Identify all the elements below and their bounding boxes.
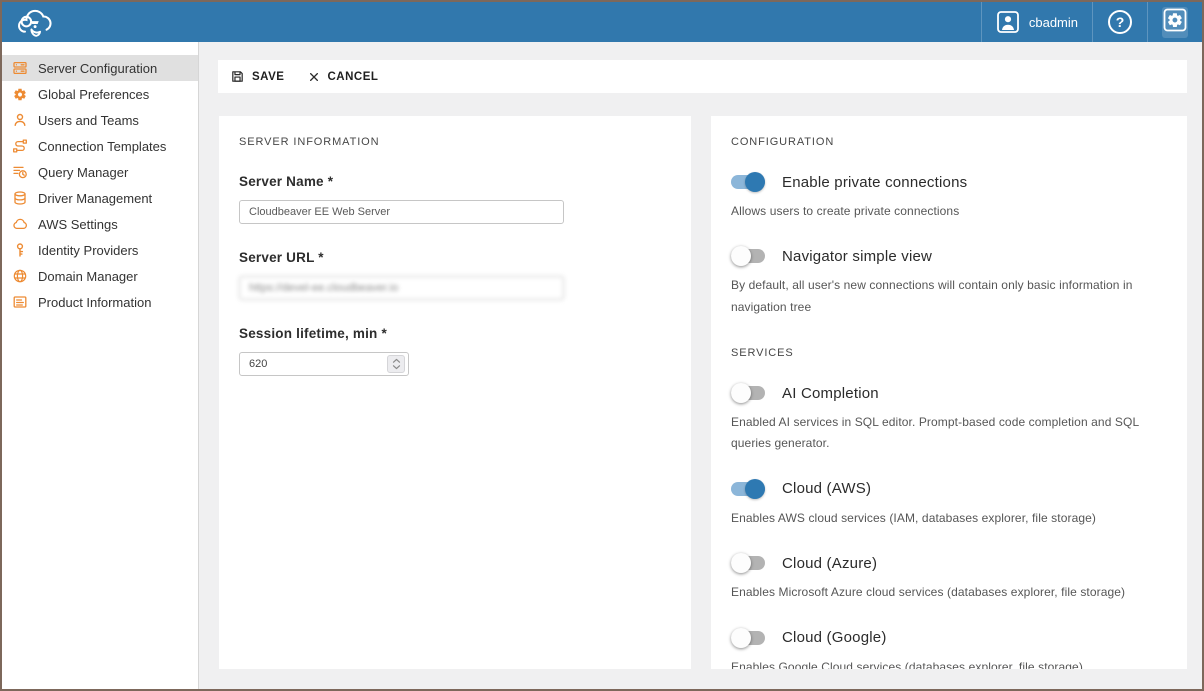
server-information-title: SERVER INFORMATION: [239, 136, 671, 148]
toggle-knob: [745, 172, 765, 192]
sidebar-item-connection-templates[interactable]: Connection Templates: [2, 133, 198, 159]
toggle-label: Cloud (Google): [782, 629, 887, 646]
toggle-knob: [745, 479, 765, 499]
sidebar-item-query-manager[interactable]: Query Manager: [2, 159, 198, 185]
globe-icon: [12, 268, 28, 284]
settings-button[interactable]: [1148, 2, 1202, 42]
server-information-panel: SERVER INFORMATION Server Name * Server …: [219, 116, 691, 669]
toggle-row-cloud-aws: Cloud (AWS): [731, 479, 1167, 499]
database-icon: [12, 190, 28, 206]
admin-sidebar: Server Configuration Global Preferences …: [2, 42, 199, 689]
sidebar-item-server-configuration[interactable]: Server Configuration: [2, 55, 198, 81]
sidebar-item-label: Global Preferences: [38, 87, 149, 102]
help-icon: ?: [1107, 9, 1133, 35]
cloud-google-toggle[interactable]: [731, 628, 765, 648]
sidebar-item-identity-providers[interactable]: Identity Providers: [2, 237, 198, 263]
server-url-input[interactable]: [239, 276, 564, 300]
cloud-icon: [12, 216, 28, 232]
app-header: cbadmin ?: [2, 2, 1202, 42]
app-window: cbadmin ?: [0, 0, 1204, 691]
sidebar-item-label: Driver Management: [38, 191, 152, 206]
user-icon: [12, 112, 28, 128]
sidebar-item-label: Server Configuration: [38, 61, 157, 76]
save-button-label: SAVE: [252, 71, 284, 83]
header-right-controls: cbadmin ?: [981, 2, 1202, 42]
sidebar-item-label: AWS Settings: [38, 217, 118, 232]
enable-private-connections-toggle[interactable]: [731, 172, 765, 192]
close-icon: [308, 71, 320, 83]
number-spinner[interactable]: [387, 355, 405, 373]
toggle-description: Enables AWS cloud services (IAM, databas…: [731, 508, 1163, 529]
toggle-description: Enabled AI services in SQL editor. Promp…: [731, 412, 1163, 455]
cloud-aws-toggle[interactable]: [731, 479, 765, 499]
services-title: SERVICES: [731, 347, 1167, 359]
sidebar-item-label: Identity Providers: [38, 243, 138, 258]
toggle-knob: [731, 628, 751, 648]
cloudbeaver-logo-icon: [14, 6, 58, 39]
cancel-button[interactable]: CANCEL: [308, 71, 378, 83]
settings-button-background: [1162, 7, 1188, 38]
server-url-label: Server URL *: [239, 250, 671, 265]
save-icon: [230, 69, 245, 84]
settings-panels: SERVER INFORMATION Server Name * Server …: [219, 116, 1187, 669]
sidebar-item-domain-manager[interactable]: Domain Manager: [2, 263, 198, 289]
settings-gear-icon: [1163, 8, 1187, 32]
server-configuration-icon: [12, 60, 28, 76]
spinner-arrows-icon: [392, 358, 401, 370]
connection-icon: [12, 138, 28, 154]
toggle-label: AI Completion: [782, 385, 879, 402]
sidebar-item-driver-management[interactable]: Driver Management: [2, 185, 198, 211]
toggle-label: Enable private connections: [782, 174, 967, 191]
toggle-knob: [731, 383, 751, 403]
actions-toolbar: SAVE CANCEL: [218, 60, 1187, 93]
save-button[interactable]: SAVE: [230, 69, 284, 84]
info-panel-icon: [12, 294, 28, 310]
navigator-simple-view-toggle[interactable]: [731, 246, 765, 266]
sidebar-item-product-information[interactable]: Product Information: [2, 289, 198, 315]
sidebar-item-label: Users and Teams: [38, 113, 139, 128]
toggle-description: Enables Google Cloud services (databases…: [731, 657, 1163, 669]
cloud-azure-toggle[interactable]: [731, 553, 765, 573]
toggle-row-cloud-google: Cloud (Google): [731, 628, 1167, 648]
toggle-row-navigator-simple-view: Navigator simple view: [731, 246, 1167, 266]
key-icon: [12, 242, 28, 258]
toggle-description: By default, all user's new connections w…: [731, 275, 1163, 318]
session-lifetime-label: Session lifetime, min *: [239, 326, 671, 341]
toggle-label: Cloud (Azure): [782, 555, 877, 572]
server-name-input[interactable]: [239, 200, 564, 224]
toggle-label: Cloud (AWS): [782, 480, 871, 497]
toggle-description: Allows users to create private connectio…: [731, 201, 1163, 222]
cancel-button-label: CANCEL: [327, 71, 378, 83]
toggle-row-ai-completion: AI Completion: [731, 383, 1167, 403]
server-name-label: Server Name *: [239, 174, 671, 189]
toggle-label: Navigator simple view: [782, 248, 932, 265]
session-lifetime-field: [239, 352, 409, 376]
sidebar-item-users-and-teams[interactable]: Users and Teams: [2, 107, 198, 133]
user-avatar-icon: [996, 10, 1020, 34]
sidebar-item-label: Connection Templates: [38, 139, 166, 154]
user-menu-button[interactable]: cbadmin: [982, 2, 1092, 42]
gear-icon: [12, 86, 28, 102]
toggle-description: Enables Microsoft Azure cloud services (…: [731, 582, 1163, 603]
sidebar-item-label: Domain Manager: [38, 269, 138, 284]
toggle-knob: [731, 246, 751, 266]
configuration-title: CONFIGURATION: [731, 136, 1167, 148]
query-clock-icon: [12, 164, 28, 180]
main-content: SAVE CANCEL SERVER INFORMATION Server Na…: [199, 42, 1202, 689]
cloudbeaver-logo: [14, 5, 60, 39]
help-button[interactable]: ?: [1093, 2, 1147, 42]
app-body: Server Configuration Global Preferences …: [2, 42, 1202, 689]
svg-text:?: ?: [1116, 14, 1125, 30]
session-lifetime-input[interactable]: [240, 358, 387, 370]
toggle-row-enable-private-connections: Enable private connections: [731, 172, 1167, 192]
sidebar-item-aws-settings[interactable]: AWS Settings: [2, 211, 198, 237]
sidebar-item-label: Product Information: [38, 295, 151, 310]
toggle-knob: [731, 553, 751, 573]
sidebar-item-label: Query Manager: [38, 165, 128, 180]
username-label: cbadmin: [1029, 15, 1078, 30]
toggle-row-cloud-azure: Cloud (Azure): [731, 553, 1167, 573]
configuration-panel: CONFIGURATION Enable private connections…: [711, 116, 1187, 669]
sidebar-item-global-preferences[interactable]: Global Preferences: [2, 81, 198, 107]
ai-completion-toggle[interactable]: [731, 383, 765, 403]
